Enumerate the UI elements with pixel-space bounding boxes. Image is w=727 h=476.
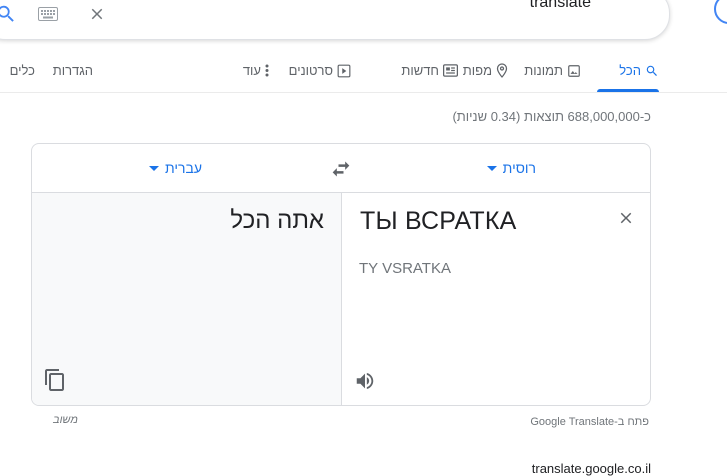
settings-label: הגדרות: [52, 63, 93, 78]
volume-icon: [356, 372, 374, 390]
tab-label: הכל: [619, 63, 641, 78]
tab-all[interactable]: הכל: [619, 63, 659, 78]
swap-languages-button[interactable]: [330, 158, 352, 180]
result-url[interactable]: translate.google.co.il: [532, 461, 651, 476]
chevron-down-icon: [486, 165, 497, 171]
video-icon: [337, 64, 351, 77]
tab-label: סרטונים: [288, 63, 333, 78]
source-language-select[interactable]: עברית: [148, 160, 202, 176]
listen-button[interactable]: [352, 368, 378, 394]
tab-label: מפות: [462, 63, 492, 78]
tabs-divider: [0, 92, 727, 93]
target-language-label: רוסית: [502, 160, 536, 176]
language-bar: עברית רוסית: [32, 144, 650, 193]
clear-translation-button[interactable]: [615, 207, 637, 229]
target-language-select[interactable]: רוסית: [486, 160, 536, 176]
image-icon: [568, 64, 580, 77]
tab-label: תמונות: [524, 63, 563, 78]
map-pin-icon: [496, 63, 508, 78]
copy-icon: [45, 369, 64, 391]
settings-link[interactable]: הגדרות: [53, 63, 93, 78]
tab-videos[interactable]: סרטונים: [289, 63, 351, 78]
source-pane[interactable]: אתה הכל: [32, 193, 342, 405]
search-input[interactable]: translate: [530, 0, 591, 12]
clear-search-button[interactable]: [86, 3, 108, 25]
swap-icon: [332, 161, 350, 177]
avatar[interactable]: [714, 0, 727, 24]
result-stats: כ-688,000,000 תוצאות (0.34 שניות): [452, 109, 651, 124]
transliteration: TY VSRATKA: [359, 260, 451, 277]
source-language-label: עברית: [164, 160, 202, 176]
source-text[interactable]: אתה הכל: [230, 207, 324, 235]
tab-label: עוד: [242, 63, 261, 78]
search-button[interactable]: [0, 2, 18, 26]
chevron-down-icon: [148, 165, 159, 171]
tab-more[interactable]: עוד: [243, 63, 269, 78]
keyboard-icon: [38, 7, 58, 21]
feedback-link[interactable]: משוב: [53, 414, 78, 426]
tab-maps[interactable]: מפות: [463, 63, 508, 78]
tab-images[interactable]: תמונות: [524, 63, 581, 78]
tools-link[interactable]: כלים: [10, 63, 35, 78]
more-vert-icon: [265, 64, 269, 77]
copy-button[interactable]: [42, 367, 68, 393]
open-in-translate-link[interactable]: פתח ב-Google Translate: [530, 416, 649, 428]
search-icon: [646, 65, 657, 76]
keyboard-button[interactable]: [37, 4, 59, 24]
search-icon: [0, 5, 14, 22]
close-icon: [620, 212, 632, 224]
tab-news[interactable]: חדשות: [401, 63, 458, 78]
tab-label: חדשות: [401, 63, 439, 78]
tools-label: כלים: [9, 63, 35, 78]
translate-card: עברית רוסית אתה הכל ТЫ ВСРАТКА TY VSRATK…: [31, 143, 651, 406]
news-icon: [443, 64, 458, 77]
translated-text: ТЫ ВСРАТКА: [360, 207, 517, 235]
close-icon: [91, 8, 103, 20]
